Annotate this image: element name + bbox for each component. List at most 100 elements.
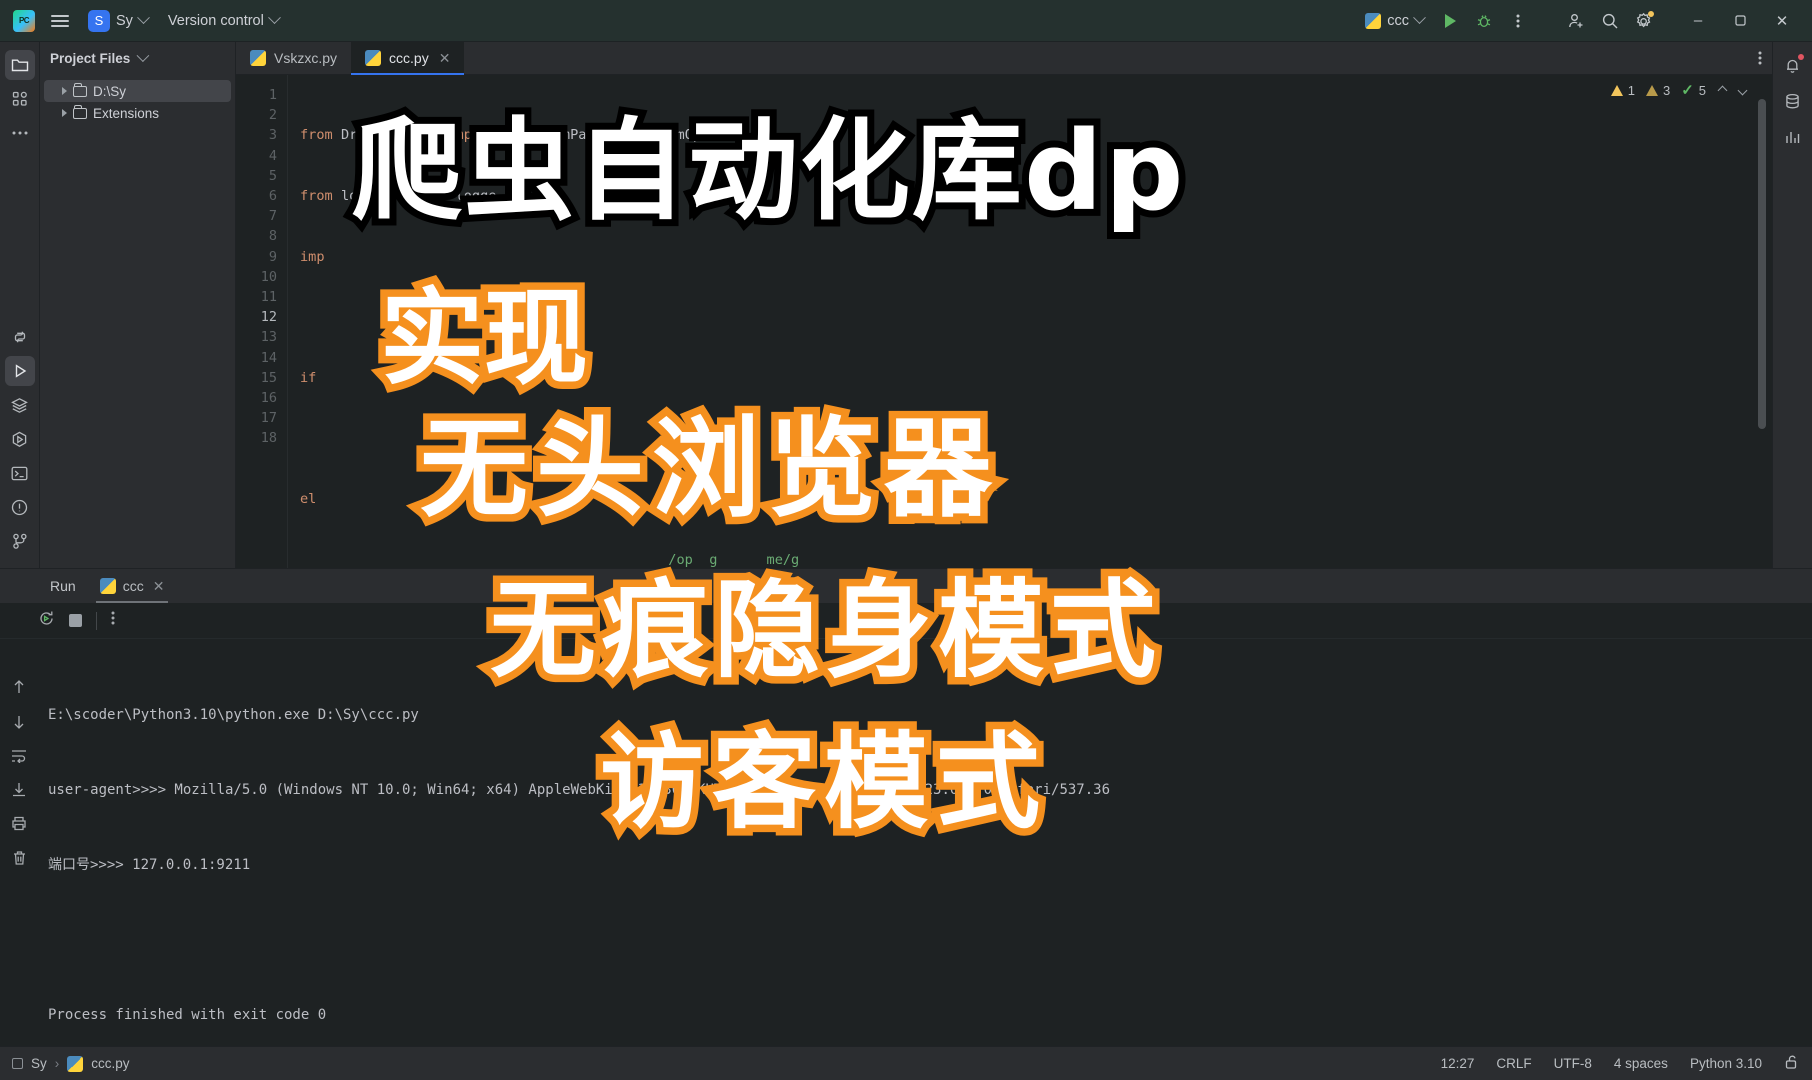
print-icon[interactable] <box>11 816 27 836</box>
terminal-icon[interactable] <box>5 458 35 488</box>
run-panel-tabs: Run ccc ✕ <box>0 569 1812 603</box>
line-number: 4 <box>268 147 277 164</box>
scroll-to-end-icon[interactable] <box>11 782 27 802</box>
version-control-menu[interactable]: Version control <box>160 9 287 33</box>
main-body: Project Files D:\Sy Extensions Vskzxc.py… <box>0 42 1812 568</box>
version-control-branch-icon[interactable] <box>5 526 35 556</box>
chevron-down-icon <box>1413 11 1426 25</box>
editor-tab-options[interactable] <box>1758 42 1772 74</box>
line-number: 2 <box>268 107 277 124</box>
run-panel-body: E:\scoder\Python3.10\python.exe D:\Sy\cc… <box>0 639 1812 1046</box>
editor-tab-vskzxc[interactable]: Vskzxc.py <box>236 42 351 74</box>
close-icon[interactable]: ✕ <box>439 50 451 67</box>
status-file[interactable]: ccc.py <box>91 1056 129 1071</box>
line-number: 17 <box>260 410 277 427</box>
maximize-button[interactable] <box>1720 5 1760 37</box>
code-line: el <box>300 490 317 507</box>
gear-icon[interactable] <box>1628 5 1660 37</box>
trash-icon[interactable] <box>12 850 27 871</box>
sidebar-item-more[interactable] <box>5 118 35 148</box>
chevron-down-icon[interactable] <box>1737 85 1748 95</box>
arrow-down-icon[interactable] <box>12 714 26 735</box>
editor-vertical-scrollbar[interactable] <box>1758 99 1766 429</box>
editor-tab-strip: Vskzxc.py ccc.py ✕ <box>236 42 1772 75</box>
services-layers-icon[interactable] <box>5 390 35 420</box>
line-number: 14 <box>260 349 277 366</box>
title-bar: PC S Sy Version control ccc – ✕ <box>0 0 1812 42</box>
minimize-button[interactable]: – <box>1678 5 1718 37</box>
run-tab-label: ccc <box>122 578 144 594</box>
status-line-separator[interactable]: CRLF <box>1496 1056 1531 1071</box>
line-number: 11 <box>260 289 277 306</box>
left-tool-rail <box>0 42 40 568</box>
status-time: 12:27 <box>1440 1056 1475 1071</box>
debug-button[interactable] <box>1468 5 1500 37</box>
code-line: if <box>300 369 317 386</box>
pycharm-logo-icon[interactable]: PC <box>8 5 40 37</box>
editor-tab-label: ccc.py <box>389 50 429 66</box>
expand-arrow-icon <box>62 109 67 117</box>
line-number: 13 <box>260 329 277 346</box>
line-number: 1 <box>268 87 277 103</box>
project-name: Sy <box>116 12 133 29</box>
line-number: 9 <box>268 248 277 265</box>
close-button[interactable]: ✕ <box>1762 5 1802 37</box>
search-icon[interactable] <box>1594 5 1626 37</box>
close-icon[interactable]: ✕ <box>153 578 165 595</box>
line-number: 8 <box>268 228 277 245</box>
unlocked-padlock-icon[interactable] <box>1784 1054 1800 1073</box>
notifications-bell-icon[interactable] <box>1778 50 1808 80</box>
run-config-name: ccc <box>1387 12 1409 29</box>
hamburger-menu-icon[interactable] <box>44 5 76 37</box>
run-tab-ccc[interactable]: ccc ✕ <box>88 569 177 603</box>
editor-tab-ccc[interactable]: ccc.py ✕ <box>351 42 465 75</box>
problems-warning-icon[interactable] <box>5 492 35 522</box>
tree-node-label: Extensions <box>93 105 160 121</box>
status-encoding[interactable]: UTF-8 <box>1554 1056 1592 1071</box>
python-file-icon <box>250 50 266 66</box>
run-configuration-selector[interactable]: ccc <box>1357 9 1432 33</box>
status-interpreter[interactable]: Python 3.10 <box>1690 1056 1762 1071</box>
add-user-icon[interactable] <box>1560 5 1592 37</box>
status-indent[interactable]: 4 spaces <box>1614 1056 1668 1071</box>
run-button[interactable] <box>1434 5 1466 37</box>
database-icon[interactable] <box>1778 86 1808 116</box>
warning-major-count: 1 <box>1627 82 1635 98</box>
project-selector[interactable]: S Sy <box>80 6 156 36</box>
sidebar-item-structure[interactable] <box>5 84 35 114</box>
folder-icon <box>73 82 87 97</box>
python-packages-icon[interactable] <box>5 424 35 454</box>
arrow-up-icon[interactable] <box>12 679 26 700</box>
stop-icon[interactable] <box>69 614 82 627</box>
code-line: imp <box>300 248 325 265</box>
console-line: user-agent>>>> Mozilla/5.0 (Windows NT 1… <box>48 782 1111 798</box>
code-line: from logu import logge <box>300 188 497 204</box>
run-control-bar <box>0 603 1812 639</box>
python-console-icon[interactable] <box>5 322 35 352</box>
editor-column: Vskzxc.py ccc.py ✕ 1 2 3 4 5 6 7 8 9 10 … <box>236 42 1772 568</box>
warning-weak-icon <box>1645 84 1658 96</box>
sidebar-item-project-files[interactable] <box>4 50 35 80</box>
status-project[interactable]: Sy <box>31 1056 47 1071</box>
chevron-up-icon[interactable] <box>1717 85 1728 95</box>
chevron-down-icon <box>136 48 150 62</box>
check-icon: ✓ <box>1681 82 1694 99</box>
python-file-icon <box>365 50 382 66</box>
profiler-bars-icon[interactable] <box>1778 122 1808 152</box>
soft-wrap-icon[interactable] <box>11 749 27 768</box>
more-actions-icon[interactable] <box>1502 5 1534 37</box>
project-panel-header[interactable]: Project Files <box>40 42 235 74</box>
line-number: 5 <box>268 167 277 184</box>
code-content[interactable]: from DrissionPage import ChromiumPage, C… <box>288 75 1772 568</box>
rerun-icon[interactable] <box>38 610 55 632</box>
tree-node-extensions[interactable]: Extensions <box>44 102 231 124</box>
more-vertical-icon[interactable] <box>111 610 115 631</box>
inspection-widget[interactable]: 1 3 ✓ 5 <box>1610 81 1748 99</box>
version-control-label: Version control <box>167 12 264 29</box>
console-output[interactable]: E:\scoder\Python3.10\python.exe D:\Sy\cc… <box>38 639 1812 1046</box>
run-tool-icon[interactable] <box>4 356 35 386</box>
code-editor[interactable]: 1 2 3 4 5 6 7 8 9 10 11 12 13 14 15 16 1 <box>236 75 1772 568</box>
line-number: 16 <box>260 390 277 407</box>
tree-node-root[interactable]: D:\Sy <box>44 80 231 102</box>
